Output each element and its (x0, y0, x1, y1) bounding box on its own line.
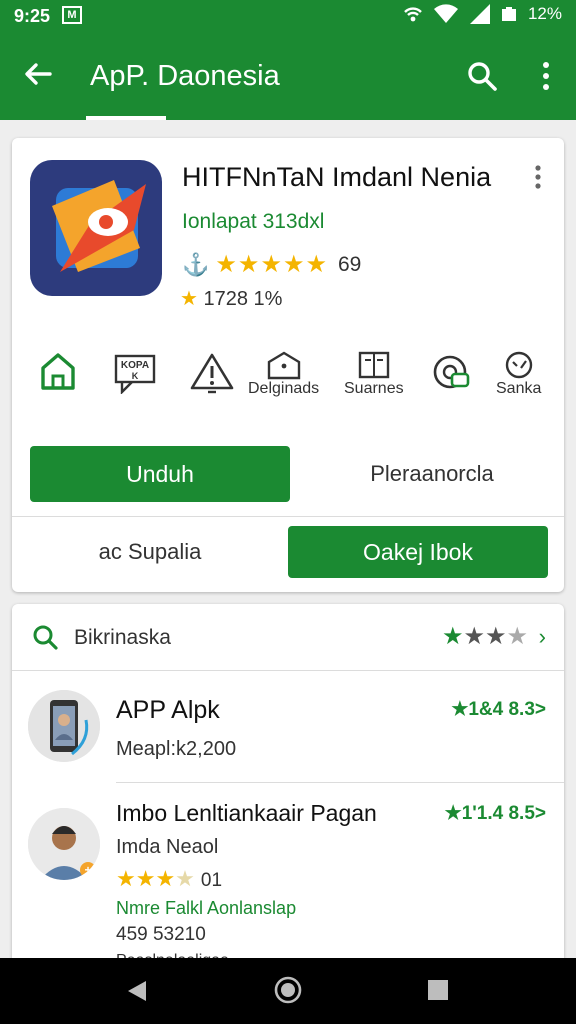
feature-sanka[interactable]: Sanka (496, 350, 541, 398)
search-row[interactable]: Bikrinaska ★★★★ › (12, 604, 564, 670)
list-item-stars: ★★★★ 01 (116, 866, 223, 891)
svg-text:K: K (132, 371, 139, 381)
search-icon[interactable] (466, 60, 498, 92)
app-icon[interactable] (30, 160, 162, 296)
app-bar: ApP. Daonesia (0, 34, 576, 120)
meta-text: 1728 1% (203, 288, 283, 310)
kopia-icon: KOPAK (114, 354, 156, 394)
book-icon (358, 351, 389, 379)
battery-icon (501, 7, 516, 21)
rating-stars: ★★★★★ (215, 251, 328, 278)
list-item[interactable]: + Imbo Lenltiankaair Pagan Imda Neaol ★★… (12, 800, 564, 964)
back-arrow-icon[interactable] (22, 58, 54, 90)
feature-home[interactable] (38, 350, 78, 394)
star-icon: ★ (180, 288, 198, 310)
rating-count: 69 (337, 252, 362, 276)
sanka-icon (505, 351, 532, 379)
feature-downloads[interactable]: Delginads (248, 350, 319, 398)
list-item-number: 459 53210 (116, 924, 206, 945)
home-icon (41, 353, 75, 390)
feature-kopia[interactable]: KOPA K (108, 350, 160, 394)
avatar (28, 690, 100, 762)
list-item-rating: ★1&4 8.3> (451, 699, 546, 720)
filter-stars: ★★★★ (441, 623, 528, 650)
svg-text:+: + (84, 863, 91, 877)
feature-features[interactable]: Suarnes (344, 350, 404, 398)
rating-row: ⚓ ★★★★★ 69 (182, 250, 361, 279)
status-icons: 12% (402, 4, 562, 24)
feature-sanka-label: Sanka (496, 380, 542, 397)
open-button[interactable]: Oakej Ibok (288, 526, 548, 578)
list-item-rating: ★1'1.4 8.5> (444, 803, 546, 824)
feature-downloads-label: Delginads (248, 380, 320, 397)
feature-features-label: Suarnes (344, 380, 404, 397)
list-item-subtitle: Imda Neaol (116, 836, 219, 858)
chevron-right-icon[interactable]: › (539, 624, 546, 650)
recommendations-card: Bikrinaska ★★★★ › APP Alpk Meapl:k2,200 … (12, 604, 564, 964)
nav-recents-icon[interactable] (426, 978, 450, 1002)
list-item-star-count: 01 (200, 870, 223, 891)
app-name: HITFNnTaN Imdanl Nenia (182, 162, 492, 192)
anchor-icon: ⚓ (182, 251, 210, 277)
feature-warning[interactable] (188, 350, 236, 394)
avatar: + (28, 808, 100, 880)
list-item-subtitle: Meapl:k2,200 (116, 738, 237, 760)
nav-home-icon[interactable] (274, 976, 302, 1004)
navigation-bar (0, 958, 576, 1024)
search-label: Bikrinaska (74, 626, 171, 649)
svg-text:KOPA: KOPA (121, 360, 149, 371)
nav-back-icon[interactable] (124, 978, 150, 1004)
list-item-developer[interactable]: Nmre Falkl Aonlanslap (116, 898, 296, 919)
install-button[interactable]: Unduh (30, 446, 290, 502)
battery-text: 12% (527, 4, 562, 23)
status-bar: 9:25 M 12% (0, 0, 576, 34)
search-icon (33, 625, 58, 650)
list-item-title: Imbo Lenltiankaair Pagan (116, 800, 377, 826)
warning-icon (190, 353, 234, 394)
app-logo-icon (52, 180, 146, 272)
list-item[interactable]: APP Alpk Meapl:k2,200 ★1&4 8.3> (12, 682, 564, 782)
hotspot-icon (404, 7, 422, 22)
signal-icon (469, 4, 490, 24)
app-details-card: HITFNnTaN Imdanl Nenia Ionlapat 313dxl ⚓… (12, 138, 564, 592)
more-vert-icon[interactable] (540, 60, 552, 92)
person-avatar-icon: + (28, 808, 100, 880)
feature-settings[interactable] (430, 350, 474, 394)
divider (12, 516, 564, 517)
feature-row: KOPA K Delginads Suarnes Sanka (26, 350, 556, 420)
meta-row: ★ 1728 1% (180, 286, 282, 311)
wifi-icon (433, 4, 458, 24)
download-icon (267, 351, 300, 380)
divider (116, 782, 564, 783)
app-menu-icon[interactable] (534, 164, 542, 190)
wishlist-button[interactable]: Pleraanorcla (312, 446, 552, 502)
status-time: 9:25 (14, 6, 51, 26)
divider (12, 670, 564, 671)
support-button[interactable]: ac Supalia (30, 526, 270, 578)
developer-name[interactable]: Ionlapat 313dxl (182, 210, 324, 234)
title-underline (86, 116, 166, 120)
notification-icon: M (62, 6, 82, 24)
phone-avatar-icon (28, 690, 100, 762)
app-bar-title: ApP. Daonesia (90, 60, 280, 92)
settings-icon (433, 355, 470, 389)
list-item-title: APP Alpk (116, 696, 220, 724)
